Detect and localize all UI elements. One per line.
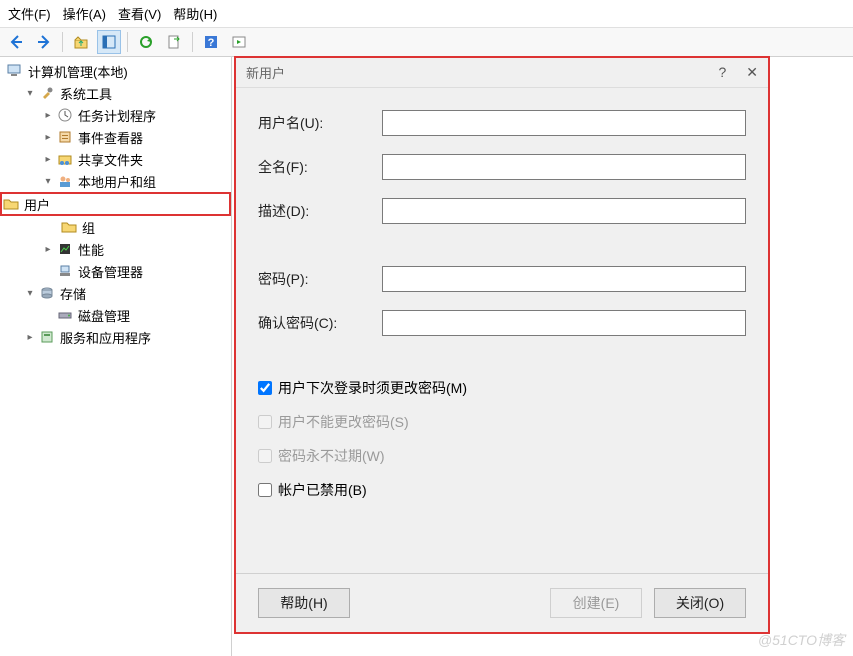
account-disabled-label: 帐户已禁用(B) [278, 480, 367, 500]
dialog-footer: 帮助(H) 创建(E) 关闭(O) [236, 573, 768, 632]
dialog-body: 用户名(U): 全名(F): 描述(D): 密码(P): 确认密码(C [236, 88, 768, 526]
forward-button[interactable] [32, 30, 56, 54]
password-never-expires-checkbox [258, 449, 272, 463]
must-change-password-label: 用户下次登录时须更改密码(M) [278, 378, 467, 398]
tree-label: 磁盘管理 [78, 306, 130, 325]
clock-icon [56, 107, 74, 123]
menu-bar: 文件(F) 操作(A) 查看(V) 帮助(H) [0, 0, 853, 27]
tree-users[interactable]: 用户 [0, 192, 231, 216]
fullname-label: 全名(F): [258, 157, 382, 177]
menu-view[interactable]: 查看(V) [118, 4, 161, 23]
menu-help[interactable]: 帮助(H) [173, 4, 217, 23]
close-icon[interactable]: ✕ [746, 64, 758, 81]
account-disabled-checkbox[interactable] [258, 483, 272, 497]
fullname-input[interactable] [382, 154, 746, 180]
menu-action[interactable]: 操作(A) [63, 4, 106, 23]
tree-label: 存储 [60, 284, 86, 303]
tree-label: 服务和应用程序 [60, 328, 151, 347]
tree-disk-management[interactable]: 磁盘管理 [0, 304, 231, 326]
tree-label: 设备管理器 [78, 262, 143, 281]
password-never-expires-label: 密码永不过期(W) [278, 446, 385, 466]
run-button[interactable] [227, 30, 251, 54]
main-area: 计算机管理(本地) ▾ 系统工具 ▸ 任务计划程序 [0, 56, 853, 656]
username-label: 用户名(U): [258, 113, 382, 133]
chevron-right-icon[interactable]: ▸ [24, 331, 36, 343]
folder-icon [60, 219, 78, 235]
tree-event-viewer[interactable]: ▸ 事件查看器 [0, 126, 231, 148]
chevron-right-icon[interactable]: ▸ [42, 131, 54, 143]
chevron-down-icon[interactable]: ▾ [42, 175, 54, 187]
svg-text:?: ? [208, 37, 215, 49]
tree-label: 事件查看器 [78, 128, 143, 147]
tree-label: 任务计划程序 [78, 106, 156, 125]
help-button[interactable]: ? [199, 30, 223, 54]
content-pane: 新用户 ? ✕ 用户名(U): 全名(F): 描述(D): [232, 56, 853, 656]
export-button[interactable] [162, 30, 186, 54]
create-button: 创建(E) [550, 588, 642, 618]
must-change-password-checkbox[interactable] [258, 381, 272, 395]
tree-label: 组 [82, 218, 95, 237]
tree-root[interactable]: 计算机管理(本地) [0, 60, 231, 82]
tree-performance[interactable]: ▸ 性能 [0, 238, 231, 260]
tree-label: 计算机管理(本地) [28, 62, 128, 81]
dialog-title-text: 新用户 [246, 63, 285, 82]
tree-label: 性能 [78, 240, 104, 259]
tree-pane: 计算机管理(本地) ▾ 系统工具 ▸ 任务计划程序 [0, 56, 232, 656]
tree-groups[interactable]: 组 [0, 216, 231, 238]
cannot-change-password-label: 用户不能更改密码(S) [278, 412, 409, 432]
refresh-button[interactable] [134, 30, 158, 54]
device-icon [56, 263, 74, 279]
folder-icon [2, 196, 20, 212]
performance-icon [56, 241, 74, 257]
tree-local-users-groups[interactable]: ▾ 本地用户和组 [0, 170, 231, 192]
toolbar: ? [0, 27, 853, 57]
username-input[interactable] [382, 110, 746, 136]
help-button[interactable]: 帮助(H) [258, 588, 350, 618]
confirm-password-input[interactable] [382, 310, 746, 336]
shared-folder-icon [56, 151, 74, 167]
tree-label: 系统工具 [60, 84, 112, 103]
computer-icon [6, 63, 24, 79]
up-folder-button[interactable] [69, 30, 93, 54]
close-button[interactable]: 关闭(O) [654, 588, 746, 618]
tree-label: 本地用户和组 [78, 172, 156, 191]
tree-task-scheduler[interactable]: ▸ 任务计划程序 [0, 104, 231, 126]
tree-system-tools[interactable]: ▾ 系统工具 [0, 82, 231, 104]
tree-device-manager[interactable]: 设备管理器 [0, 260, 231, 282]
tree-services-apps[interactable]: ▸ 服务和应用程序 [0, 326, 231, 348]
tree-shared-folders[interactable]: ▸ 共享文件夹 [0, 148, 231, 170]
chevron-right-icon[interactable]: ▸ [42, 243, 54, 255]
chevron-right-icon[interactable]: ▸ [42, 153, 54, 165]
services-icon [38, 329, 56, 345]
tools-icon [38, 85, 56, 101]
back-button[interactable] [4, 30, 28, 54]
menu-file[interactable]: 文件(F) [8, 4, 51, 23]
description-input[interactable] [382, 198, 746, 224]
chevron-right-icon[interactable]: ▸ [42, 109, 54, 121]
description-label: 描述(D): [258, 201, 382, 221]
toolbar-separator [62, 32, 63, 52]
dialog-help-icon[interactable]: ? [718, 64, 726, 81]
new-user-dialog: 新用户 ? ✕ 用户名(U): 全名(F): 描述(D): [234, 56, 770, 634]
users-icon [56, 173, 74, 189]
dialog-titlebar: 新用户 ? ✕ [236, 58, 768, 88]
tree-storage[interactable]: ▾ 存储 [0, 282, 231, 304]
confirm-password-label: 确认密码(C): [258, 313, 382, 333]
chevron-down-icon[interactable]: ▾ [24, 87, 36, 99]
cannot-change-password-checkbox [258, 415, 272, 429]
chevron-down-icon[interactable]: ▾ [24, 287, 36, 299]
password-input[interactable] [382, 266, 746, 292]
tree-label: 共享文件夹 [78, 150, 143, 169]
toolbar-separator [192, 32, 193, 52]
toolbar-separator [127, 32, 128, 52]
tree-label: 用户 [24, 195, 50, 214]
password-label: 密码(P): [258, 269, 382, 289]
properties-button[interactable] [97, 30, 121, 54]
disk-icon [56, 307, 74, 323]
event-icon [56, 129, 74, 145]
storage-icon [38, 285, 56, 301]
